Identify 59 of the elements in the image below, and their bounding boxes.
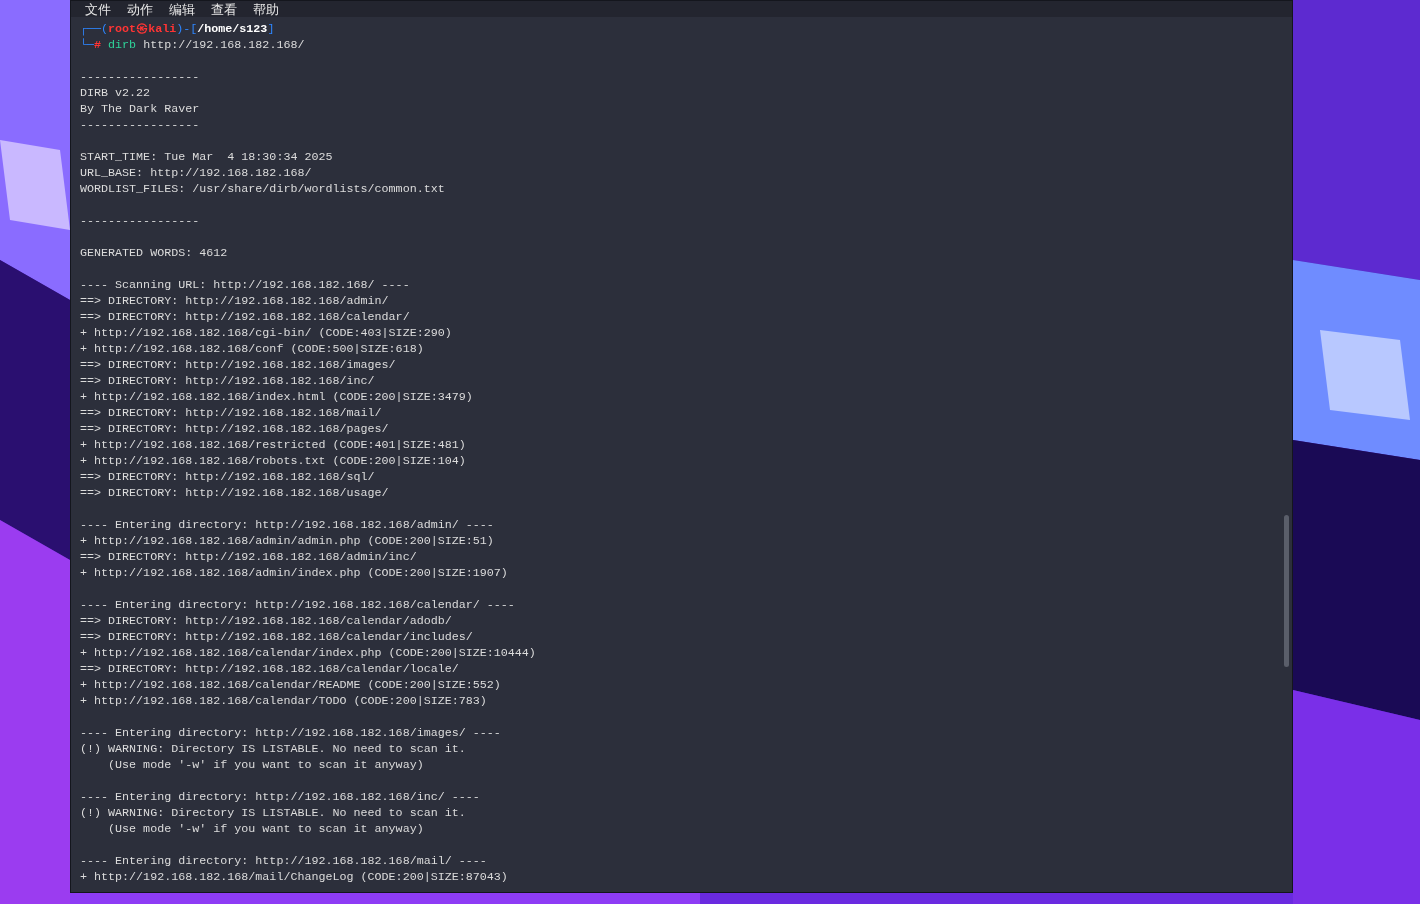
command-name: dirb (108, 38, 137, 52)
output-line: + http://192.168.182.168/cgi-bin/ (CODE:403|SIZE:290) (80, 326, 452, 340)
output-line: ==> DIRECTORY: http://192.168.182.168/admin/inc/ (80, 550, 417, 564)
prompt-separator: ㉿ (136, 22, 149, 36)
output-line: ==> DIRECTORY: http://192.168.182.168/calendar/includes/ (80, 630, 473, 644)
output-line: ---- Scanning URL: http://192.168.182.168/ ---- (80, 278, 410, 292)
output-line: ---- Entering directory: http://192.168.182.168/inc/ ---- (80, 790, 480, 804)
output-line: + http://192.168.182.168/index.html (CODE:200|SIZE:3479) (80, 390, 473, 404)
output-line: + http://192.168.182.168/calendar/TODO (CODE:200|SIZE:783) (80, 694, 487, 708)
prompt-path: /home/s123 (197, 22, 268, 36)
menu-item[interactable]: 帮助 (253, 3, 279, 17)
output-line: ==> DIRECTORY: http://192.168.182.168/images/ (80, 358, 396, 372)
output-line: (Use mode '-w' if you want to scan it anyway) (107, 758, 424, 772)
output-line: ----------------- (80, 70, 200, 84)
prompt-frame: )-[ (176, 22, 198, 36)
output-line: ==> DIRECTORY: http://192.168.182.168/mail/ (80, 406, 382, 420)
output-line: URL_BASE: http://192.168.182.168/ (80, 166, 312, 180)
output-line: ==> DIRECTORY: http://192.168.182.168/calendar/adodb/ (80, 614, 452, 628)
output-line: ---- Entering directory: http://192.168.182.168/calendar/ ---- (80, 598, 515, 612)
output-line: + http://192.168.182.168/conf (CODE:500|SIZE:618) (80, 342, 424, 356)
scrollbar-thumb[interactable] (1283, 515, 1289, 667)
output-line: ---- Entering directory: http://192.168.182.168/images/ ---- (80, 726, 501, 740)
output-line: (!) WARNING: Directory IS LISTABLE. No need to scan it. (80, 806, 466, 820)
output-line: (!) WARNING: Directory IS LISTABLE. No need to scan it. (80, 742, 466, 756)
output-line: ---- Entering directory: http://192.168.182.168/mail/ ---- (80, 854, 487, 868)
output-line: DIRB v2.22 (80, 86, 151, 100)
output-line: + http://192.168.182.168/robots.txt (CODE:200|SIZE:104) (80, 454, 466, 468)
output-line: + http://192.168.182.168/admin/admin.php (CODE:200|SIZE:51) (80, 534, 494, 548)
output-line: ==> DIRECTORY: http://192.168.182.168/admin/ (80, 294, 389, 308)
output-line: (Use mode '-w' if you want to scan it anyway) (107, 822, 424, 836)
output-line: START_TIME: Tue Mar 4 18:30:34 2025 (80, 150, 333, 164)
output-line: ---- Entering directory: http://192.168.182.168/admin/ ---- (80, 518, 494, 532)
output-line: ==> DIRECTORY: http://192.168.182.168/pages/ (80, 422, 389, 436)
output-line: ==> DIRECTORY: http://192.168.182.168/sql/ (80, 470, 375, 484)
output-line: ==> DIRECTORY: http://192.168.182.168/calendar/ (80, 310, 410, 324)
menu-item[interactable]: 文件 (85, 3, 111, 17)
output-line: + http://192.168.182.168/admin/index.php (CODE:200|SIZE:1907) (80, 566, 508, 580)
output-line: ==> DIRECTORY: http://192.168.182.168/calendar/locale/ (80, 662, 459, 676)
output-line: ----------------- (80, 214, 200, 228)
prompt-frame: ] (267, 22, 275, 36)
output-line: + http://192.168.182.168/restricted (CODE:401|SIZE:481) (80, 438, 466, 452)
prompt-user: root (108, 22, 137, 36)
prompt-frame: ┌──( (80, 22, 109, 36)
menu-item[interactable]: 编辑 (169, 3, 195, 17)
prompt-symbol: # (94, 38, 102, 52)
menu-item[interactable]: 查看 (211, 3, 237, 17)
prompt-frame: └─ (80, 38, 95, 52)
output-line: GENERATED WORDS: 4612 (80, 246, 228, 260)
output-line: + http://192.168.182.168/calendar/index.php (CODE:200|SIZE:10444) (80, 646, 536, 660)
output-line: + http://192.168.182.168/calendar/README (CODE:200|SIZE:552) (80, 678, 501, 692)
output-line: ==> DIRECTORY: http://192.168.182.168/usage/ (80, 486, 389, 500)
command-argument: http://192.168.182.168/ (143, 38, 305, 52)
output-line: By The Dark Raver (80, 102, 200, 116)
prompt-host: kali (148, 22, 177, 36)
output-line: ----------------- (80, 118, 200, 132)
menu-item[interactable]: 动作 (127, 3, 153, 17)
output-line: + http://192.168.182.168/mail/ChangeLog (CODE:200|SIZE:87043) (80, 870, 508, 884)
output-line: WORDLIST_FILES: /usr/share/dirb/wordlists/common.txt (80, 182, 445, 196)
output-line: ==> DIRECTORY: http://192.168.182.168/inc/ (80, 374, 375, 388)
